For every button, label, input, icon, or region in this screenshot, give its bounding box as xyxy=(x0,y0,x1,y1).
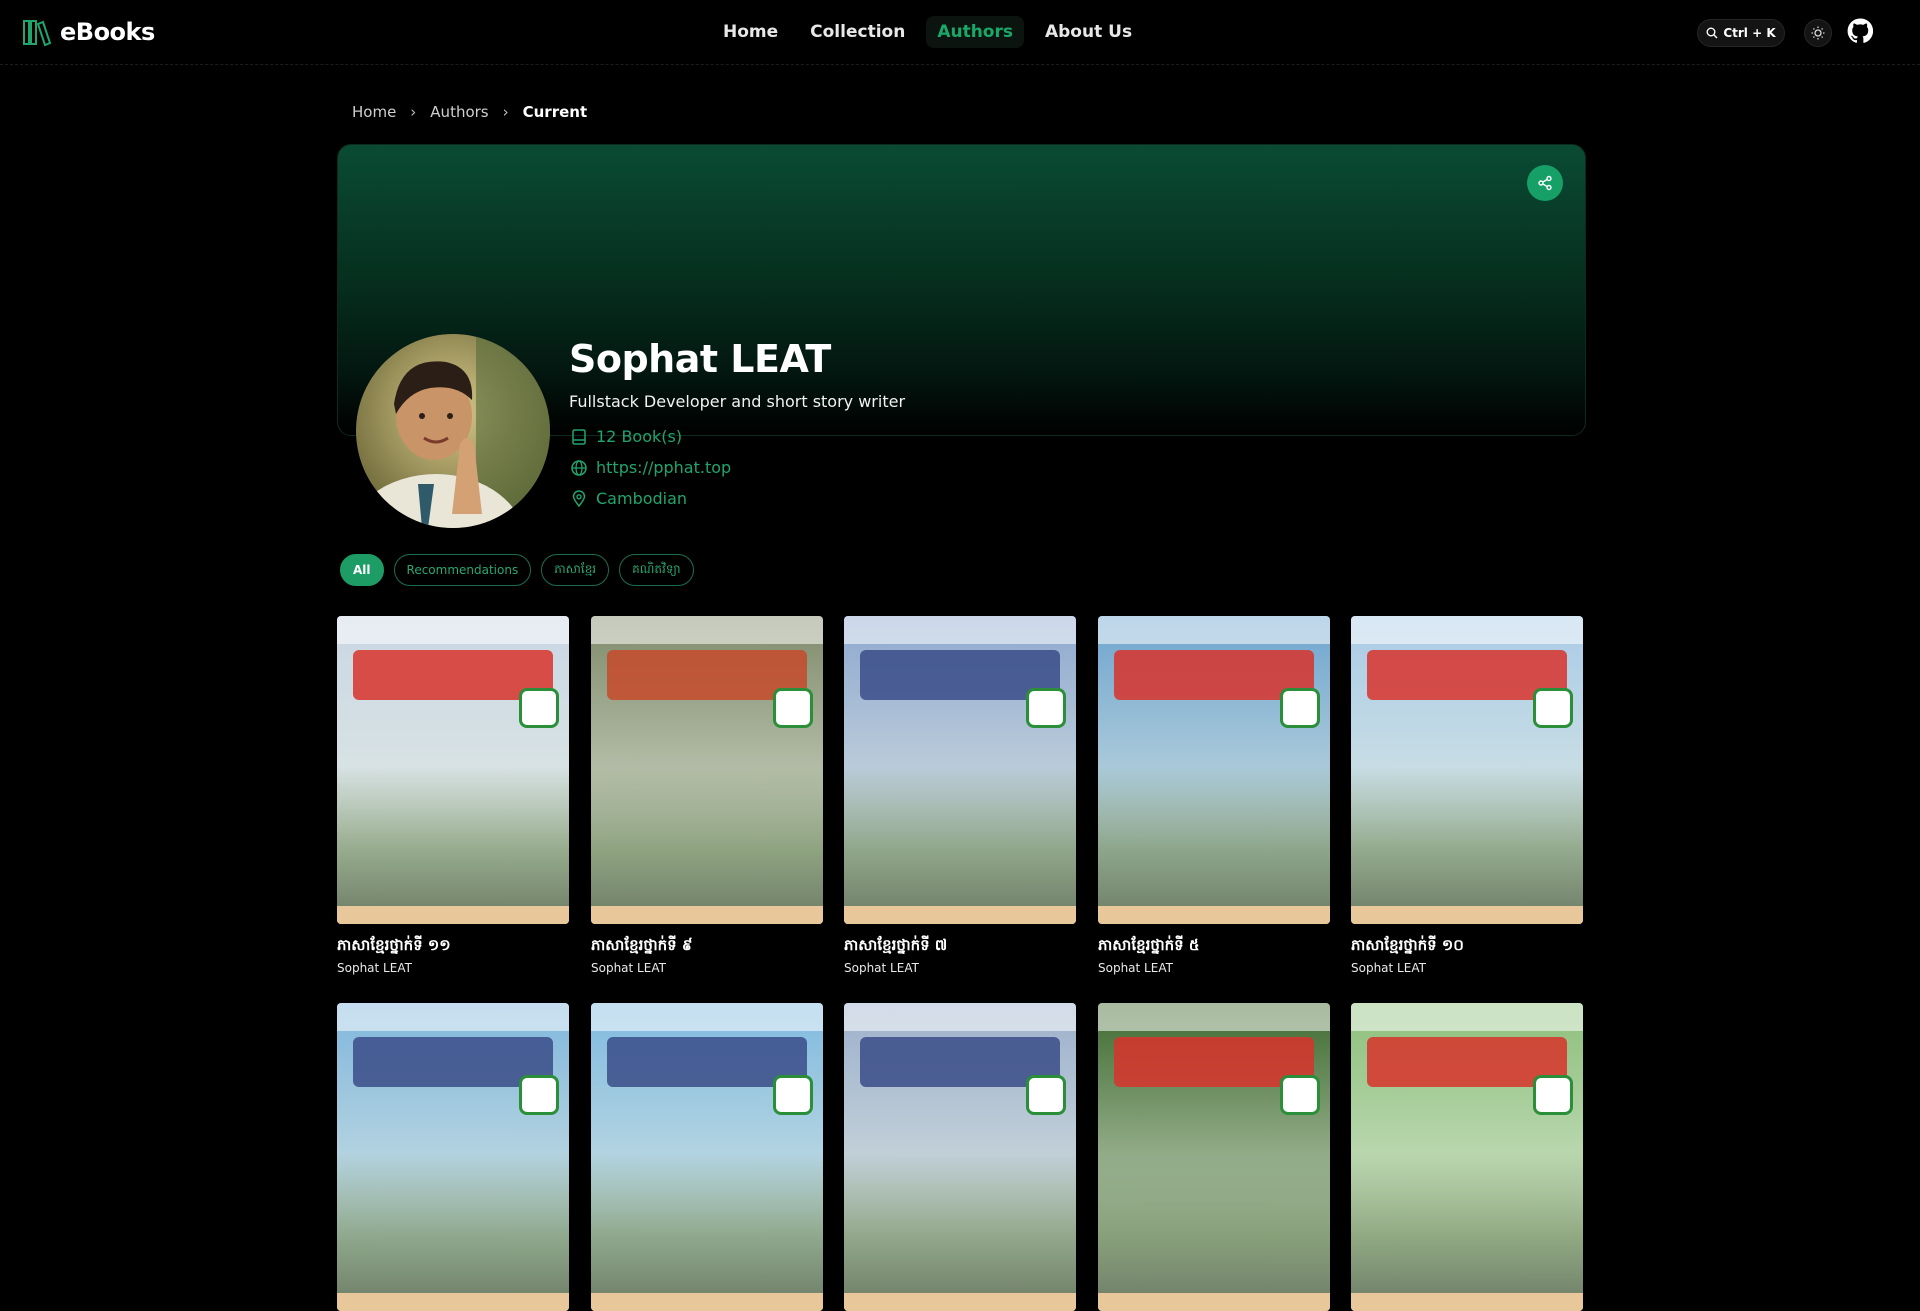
book-title[interactable]: ភាសាខ្មែរថ្នាក់ទី ១០ xyxy=(1351,936,1583,958)
main-nav: Home Collection Authors About Us xyxy=(712,16,1143,48)
book-author: Sophat LEAT xyxy=(1351,961,1426,975)
book-author: Sophat LEAT xyxy=(337,961,412,975)
book-title[interactable]: ភាសាខ្មែរថ្នាក់ទី ៩ xyxy=(591,936,823,958)
nav-authors[interactable]: Authors xyxy=(926,16,1024,48)
brand[interactable]: eBooks xyxy=(22,17,155,47)
breadcrumb: Home › Authors › Current xyxy=(352,103,587,121)
book-cover[interactable] xyxy=(1098,616,1330,924)
book-card[interactable]: ភាសាខ្មែរថ្នាក់ទី ៩ Sophat LEAT xyxy=(591,616,823,975)
theme-toggle-button[interactable] xyxy=(1804,19,1832,47)
location-pin-icon xyxy=(572,489,586,507)
author-books-count: 12 Book(s) xyxy=(570,427,682,446)
book-card[interactable] xyxy=(1351,1003,1583,1311)
book-card[interactable] xyxy=(591,1003,823,1311)
book-cover[interactable] xyxy=(337,616,569,924)
nav-collection[interactable]: Collection xyxy=(799,16,916,48)
top-navbar: eBooks Home Collection Authors About Us … xyxy=(0,0,1920,65)
nav-about-us[interactable]: About Us xyxy=(1034,16,1143,48)
book-cover[interactable] xyxy=(844,1003,1076,1311)
breadcrumb-home[interactable]: Home xyxy=(352,103,396,121)
book-card[interactable] xyxy=(844,1003,1076,1311)
search-shortcut-label: Ctrl + K xyxy=(1723,26,1776,40)
chevron-right-icon: › xyxy=(410,103,417,121)
nationality-label: Cambodian xyxy=(596,489,688,508)
author-bio: Fullstack Developer and short story writ… xyxy=(569,392,906,411)
book-card[interactable] xyxy=(337,1003,569,1311)
book-cover[interactable] xyxy=(1098,1003,1330,1311)
search-button[interactable]: Ctrl + K xyxy=(1697,19,1785,47)
book-cover[interactable] xyxy=(591,616,823,924)
book-icon xyxy=(572,428,586,445)
book-author: Sophat LEAT xyxy=(1098,961,1173,975)
author-avatar xyxy=(356,334,550,528)
book-card[interactable]: ភាសាខ្មែរថ្នាក់ទី ១០ Sophat LEAT xyxy=(1351,616,1583,975)
book-card[interactable] xyxy=(1098,1003,1330,1311)
filter-khmer-language[interactable]: ភាសាខ្មែរ xyxy=(541,554,610,586)
breadcrumb-authors[interactable]: Authors xyxy=(430,103,488,121)
book-author: Sophat LEAT xyxy=(844,961,919,975)
book-cover[interactable] xyxy=(1351,616,1583,924)
book-card[interactable]: ភាសាខ្មែរថ្នាក់ទី ១១ Sophat LEAT xyxy=(337,616,569,975)
globe-icon xyxy=(571,459,587,476)
filter-mathematics[interactable]: គណិតវិទ្យា xyxy=(619,554,694,586)
book-title[interactable]: ភាសាខ្មែរថ្នាក់ទី ១១ xyxy=(337,936,569,958)
filter-recommendations[interactable]: Recommendations xyxy=(393,554,532,586)
book-title[interactable]: ភាសាខ្មែរថ្នាក់ទី ៥ xyxy=(1098,936,1330,958)
book-card[interactable]: ភាសាខ្មែរថ្នាក់ទី ៧ Sophat LEAT xyxy=(844,616,1076,975)
category-filters: All Recommendations ភាសាខ្មែរ គណិតវិទ្យា xyxy=(340,554,694,586)
book-author: Sophat LEAT xyxy=(591,961,666,975)
book-cover[interactable] xyxy=(337,1003,569,1311)
author-nationality: Cambodian xyxy=(570,489,687,508)
book-card[interactable]: ភាសាខ្មែរថ្នាក់ទី ៥ Sophat LEAT xyxy=(1098,616,1330,975)
author-website: https://pphat.top xyxy=(570,458,731,477)
books-count-label: 12 Book(s) xyxy=(596,427,683,446)
breadcrumb-current: Current xyxy=(522,103,588,121)
sun-icon xyxy=(1811,26,1825,40)
nav-home[interactable]: Home xyxy=(712,16,789,48)
book-cover[interactable] xyxy=(844,616,1076,924)
share-button[interactable] xyxy=(1527,165,1563,201)
book-title[interactable]: ភាសាខ្មែរថ្នាក់ទី ៧ xyxy=(844,936,1076,958)
github-icon[interactable] xyxy=(1847,18,1873,44)
website-link[interactable]: https://pphat.top xyxy=(596,458,731,477)
book-cover[interactable] xyxy=(591,1003,823,1311)
author-name: Sophat LEAT xyxy=(569,337,831,381)
brand-name: eBooks xyxy=(60,18,155,46)
books-logo-icon xyxy=(23,20,52,47)
search-icon xyxy=(1706,27,1718,39)
share-icon xyxy=(1538,175,1552,191)
chevron-right-icon: › xyxy=(502,103,509,121)
book-cover[interactable] xyxy=(1351,1003,1583,1311)
avatar-illustration xyxy=(356,334,550,528)
filter-all[interactable]: All xyxy=(340,554,384,586)
